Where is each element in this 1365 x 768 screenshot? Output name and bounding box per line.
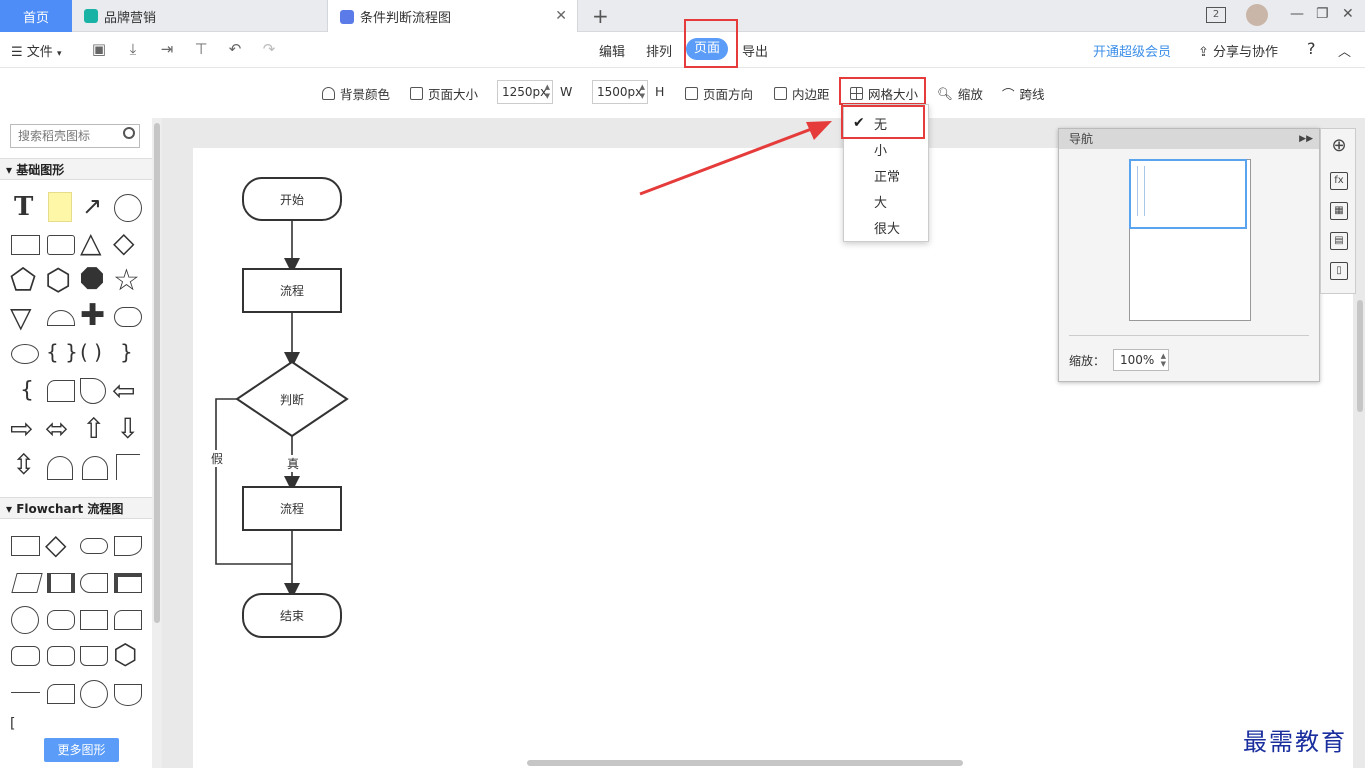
red-annotation-arrow [639, 123, 823, 196]
fc-process-2[interactable]: 流程 [242, 486, 342, 531]
fc-true-label: 真 [287, 455, 300, 472]
fc-decision-label: 判断 [280, 393, 305, 407]
navigator-viewport[interactable] [1129, 159, 1247, 229]
expand-icon[interactable]: ▶▶ [1299, 129, 1313, 149]
fc-false-label: 假 [211, 450, 224, 467]
canvas-horizontal-scrollbar[interactable] [527, 760, 963, 766]
navigator-title: 导航 [1069, 132, 1094, 146]
fc-process-1[interactable]: 流程 [242, 268, 342, 313]
pages-icon[interactable]: ▤ [1330, 232, 1348, 250]
divider [1069, 335, 1309, 336]
highlight-grid-none [841, 105, 925, 139]
flowchart-connectors [215, 121, 832, 599]
grid-option-large[interactable]: 大 [874, 192, 887, 211]
zoom-value: 100% [1120, 353, 1155, 367]
document-icon[interactable]: ▯ [1330, 262, 1348, 280]
grid-option-small[interactable]: 小 [874, 140, 887, 159]
fc-end[interactable]: 结束 [242, 593, 342, 638]
layer-icon[interactable]: ▦ [1330, 202, 1348, 220]
right-toolbar: ⊕ fx ▦ ▤ ▯ [1320, 128, 1356, 294]
grid-option-normal[interactable]: 正常 [874, 166, 900, 185]
red-arrow-head [806, 121, 832, 140]
formula-icon[interactable]: fx [1330, 172, 1348, 190]
zoom-value-input[interactable]: 100% ▲ ▼ [1113, 349, 1169, 371]
grid-option-xlarge[interactable]: 很大 [874, 218, 900, 237]
navigator-toggle-icon[interactable]: ⊕ [1330, 137, 1348, 156]
navigator-header[interactable]: 导航 ▶▶ [1059, 129, 1319, 149]
zoom-stepper[interactable]: ▲ ▼ [1161, 352, 1166, 368]
watermark-text: 最需教育 [1243, 728, 1347, 756]
zoom-label: 缩放： [1069, 354, 1106, 368]
navigator-panel: 导航 ▶▶ 缩放： 100% ▲ ▼ [1058, 128, 1320, 382]
canvas-vertical-scrollbar[interactable] [1357, 300, 1363, 412]
fc-start[interactable]: 开始 [242, 177, 342, 221]
